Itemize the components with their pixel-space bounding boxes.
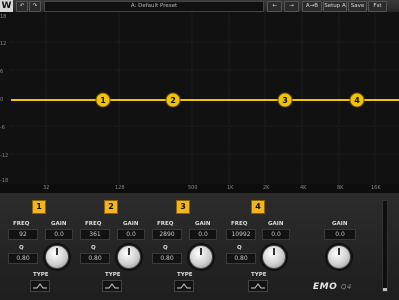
eq-node-4[interactable]: 4 <box>349 92 365 108</box>
band-2-type-label: TYPE <box>105 272 121 278</box>
x-tick-label: 32 <box>43 185 50 191</box>
setup-button[interactable]: Setup A <box>323 1 347 12</box>
x-tick-label: 16K <box>371 185 381 191</box>
band-3-gain-label: GAIN <box>195 221 211 227</box>
band-2-toggle[interactable]: 2 <box>104 200 118 214</box>
band-1-type-button[interactable] <box>30 280 50 292</box>
x-tick-label: 8K <box>337 185 344 191</box>
x-tick-label: 4K <box>300 185 307 191</box>
band-1-freq-field[interactable]: 92 <box>8 229 38 240</box>
band-2-freq-field[interactable]: 361 <box>80 229 110 240</box>
y-tick-label: 6 <box>0 69 4 75</box>
band-2-q-label: Q <box>91 245 96 251</box>
band-3-type-label: TYPE <box>177 272 193 278</box>
bell-filter-icon <box>251 283 265 289</box>
band-4-q-field[interactable]: 0.80 <box>226 253 256 264</box>
y-tick-label: -12 <box>0 153 9 159</box>
save-button[interactable]: Save <box>348 1 367 12</box>
eq-node-2[interactable]: 2 <box>165 92 181 108</box>
output-meter <box>382 200 388 292</box>
x-tick-label: 128 <box>115 185 125 191</box>
bell-filter-icon <box>177 283 191 289</box>
band-1-type-label: TYPE <box>33 272 49 278</box>
band-2-gain-field[interactable]: 0.0 <box>117 229 145 240</box>
band-4-toggle[interactable]: 4 <box>251 200 265 214</box>
band-4-freq-field[interactable]: 10992 <box>226 229 256 240</box>
toolbar: W ↶ ↷ A: Default Preset ← → A→B Setup A … <box>0 0 399 13</box>
eq-node-label: 1 <box>100 96 106 105</box>
output-gain-field[interactable]: 0.0 <box>324 229 356 240</box>
grid <box>11 13 399 184</box>
y-tick-label: 12 <box>0 41 7 47</box>
band-1-q-label: Q <box>19 245 24 251</box>
file-button[interactable]: Fst <box>368 1 387 12</box>
output-gain-label: GAIN <box>332 221 348 227</box>
product-logo: EMO Q4 <box>313 282 352 292</box>
band-3-q-field[interactable]: 0.80 <box>152 253 182 264</box>
brand-model: Q4 <box>340 283 352 291</box>
band-4-gain-field[interactable]: 0.0 <box>262 229 290 240</box>
band-2-freq-label: FREQ <box>85 221 102 227</box>
band-4-q-label: Q <box>237 245 242 251</box>
band-4-type-label: TYPE <box>251 272 267 278</box>
band-4-gain-knob[interactable] <box>262 245 286 269</box>
waves-logo: W <box>0 0 13 12</box>
y-tick-label: 0 <box>0 97 4 103</box>
eq-node-label: 3 <box>282 96 288 105</box>
x-tick-label: 500 <box>188 185 198 191</box>
band-3-freq-label: FREQ <box>157 221 174 227</box>
band-1-q-field[interactable]: 0.80 <box>8 253 38 264</box>
x-tick-label: 1K <box>227 185 234 191</box>
band-3-q-label: Q <box>163 245 168 251</box>
band-2-type-button[interactable] <box>102 280 122 292</box>
y-axis: 18 12 6 0 -6 -12 -18 <box>0 13 11 184</box>
eq-node-3[interactable]: 3 <box>277 92 293 108</box>
brand-name: EMO <box>313 282 338 292</box>
band-3-freq-field[interactable]: 2890 <box>152 229 182 240</box>
band-4-gain-label: GAIN <box>268 221 284 227</box>
band-1-gain-label: GAIN <box>51 221 67 227</box>
band-1-gain-knob[interactable] <box>45 245 69 269</box>
eq-node-label: 4 <box>354 96 360 105</box>
band-1-freq-label: FREQ <box>13 221 30 227</box>
bell-filter-icon <box>33 283 47 289</box>
band-2-q-field[interactable]: 0.80 <box>80 253 110 264</box>
band-3-type-button[interactable] <box>174 280 194 292</box>
y-tick-label: 18 <box>0 14 7 20</box>
band-1-toggle[interactable]: 1 <box>32 200 46 214</box>
band-4-freq-label: FREQ <box>231 221 248 227</box>
band-3-toggle[interactable]: 3 <box>176 200 190 214</box>
bell-filter-icon <box>105 283 119 289</box>
output-meter-fill <box>383 288 387 291</box>
preset-name-field[interactable]: A: Default Preset <box>44 1 264 12</box>
eq-node-label: 2 <box>170 96 176 105</box>
ab-compare-button[interactable]: A→B <box>302 1 322 12</box>
undo-button[interactable]: ↶ <box>16 1 28 12</box>
eq-node-1[interactable]: 1 <box>95 92 111 108</box>
eq-graph[interactable]: 1 2 3 4 <box>11 13 399 184</box>
prev-preset-button[interactable]: ← <box>267 1 282 12</box>
next-preset-button[interactable]: → <box>284 1 299 12</box>
band-2-gain-label: GAIN <box>123 221 139 227</box>
output-gain-knob[interactable] <box>327 245 351 269</box>
band-3-gain-field[interactable]: 0.0 <box>189 229 217 240</box>
band-1-gain-field[interactable]: 0.0 <box>45 229 73 240</box>
band-4-type-button[interactable] <box>248 280 268 292</box>
x-tick-label: 2K <box>263 185 270 191</box>
y-tick-label: -6 <box>0 125 5 131</box>
redo-button[interactable]: ↷ <box>29 1 41 12</box>
band-3-gain-knob[interactable] <box>189 245 213 269</box>
band-2-gain-knob[interactable] <box>117 245 141 269</box>
x-axis: 32 128 500 1K 2K 4K 8K 16K <box>0 184 399 193</box>
